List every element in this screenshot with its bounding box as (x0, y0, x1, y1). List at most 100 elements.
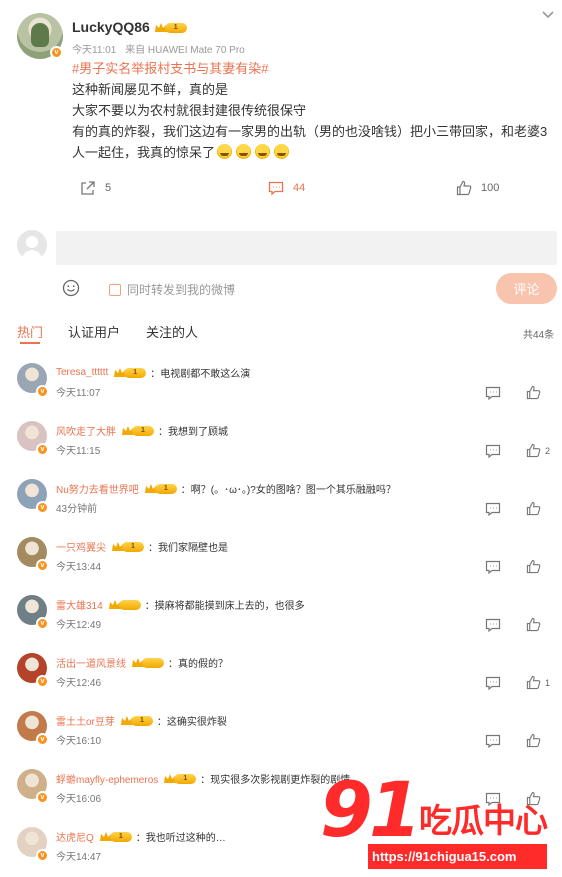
comment-item: v 风吹走了大胖 1 ：我想到了顾城 今天11:15 2 (0, 416, 562, 474)
comment-line: 雷大雄314 ：摸麻将都能摸到床上去的，也很多 (56, 597, 305, 612)
verified-badge-icon: v (36, 617, 49, 630)
user-level-badge (118, 599, 141, 610)
reply-icon[interactable] (485, 559, 501, 575)
comment-time: 今天16:06 (56, 794, 102, 805)
tab-following[interactable]: 关注的人 (146, 322, 198, 341)
comment-total: 共44条 (523, 330, 555, 341)
like-button[interactable]: 100 (456, 180, 499, 196)
thumbs-up-icon (526, 617, 541, 632)
vip-crown-icon: 1 (154, 21, 188, 35)
comment-text: ：摸麻将都能摸到床上去的，也很多 (144, 601, 305, 612)
thumbs-up-icon (526, 675, 541, 690)
comment-like-count: 2 (545, 445, 551, 456)
user-level-badge: 1 (124, 367, 147, 378)
comment-like-button[interactable] (526, 733, 545, 748)
commenter-name[interactable]: 蜉蝣mayfly-ephemeros (56, 771, 158, 786)
weibo-post: v LuckyQQ86 1 今天11:01 来自 HUAWEI Mate 70 … (0, 0, 562, 210)
comment-like-button[interactable]: 1 (526, 675, 550, 690)
comment-time: 今天13:44 (56, 562, 102, 573)
comment-tabs: 热门 认证用户 关注的人 共44条 (0, 322, 562, 344)
comment-item: v Teresa_tttttt 1 ：电视剧都不敢这么演 今天11:07 (0, 358, 562, 416)
commenter-name[interactable]: 风吹走了大胖 (56, 423, 116, 438)
thumbs-up-icon (526, 559, 541, 574)
user-level-badge (142, 657, 164, 668)
comment-item: v 雷大雄314 ：摸麻将都能摸到床上去的，也很多 今天12:49 (0, 590, 562, 648)
tab-verified-users[interactable]: 认证用户 (68, 322, 120, 341)
vip-crown-icon (108, 598, 142, 612)
submit-comment-button[interactable]: 评论 (496, 273, 557, 304)
author-line: LuckyQQ86 1 (72, 19, 188, 35)
watermark-brand-text: 吃瓜中心 (419, 801, 548, 840)
laugh-cry-emoji-icon (217, 144, 233, 159)
emoji-picker-icon[interactable] (62, 279, 80, 297)
comment-text: ：我想到了顾城 (158, 427, 228, 438)
comment-line: 达虎尼Q 1 ：我也听过这种的… (56, 829, 226, 844)
comment-text: ：这确实很炸裂 (156, 717, 227, 728)
commenter-name[interactable]: Nu努力去看世界吧 (56, 481, 139, 496)
reply-icon[interactable] (485, 385, 501, 401)
repost-button[interactable]: 5 (80, 180, 111, 196)
comment-text: ：电视剧都不敢这么演 (150, 369, 251, 380)
comment-line: Teresa_tttttt 1 ：电视剧都不敢这么演 (56, 365, 250, 380)
reply-icon[interactable] (485, 675, 501, 691)
commenter-name[interactable]: 一只鸡翼尖 (56, 539, 106, 554)
vip-crown-icon: 1 (120, 714, 154, 728)
thumbs-up-icon (456, 180, 472, 196)
commenter-name[interactable]: Teresa_tttttt (56, 367, 108, 378)
thumbs-up-icon (526, 385, 541, 400)
comment-line: 一只鸡翼尖 1 ：我们家隔壁也是 (56, 539, 228, 554)
verified-badge-icon: v (50, 46, 63, 59)
comment-text: ：真的假的？ (168, 659, 228, 670)
comment-line: 雷土土or豆芽 1 ：这确实很炸裂 (56, 713, 227, 728)
comment-composer: 同时转发到我的微博 评论 (0, 230, 562, 310)
post-time[interactable]: 今天11:01 (72, 45, 116, 56)
vip-crown-icon: 1 (113, 366, 147, 380)
commenter-name[interactable]: 雷大雄314 (56, 597, 103, 612)
laugh-cry-emoji-icon (274, 144, 290, 159)
comment-like-count: 1 (545, 677, 551, 688)
verified-badge-icon: v (36, 385, 49, 398)
tab-hot[interactable]: 热门 (17, 322, 43, 344)
reply-icon[interactable] (485, 733, 501, 749)
vip-crown-icon: 1 (163, 772, 197, 786)
watermark-logo: 91 吃瓜中心 https://91chigua15.com (318, 772, 558, 869)
chevron-down-icon[interactable] (541, 8, 555, 22)
post-text-line: 这种新闻屡见不鲜，真的是 (72, 82, 229, 97)
comment-time: 今天14:47 (56, 852, 102, 863)
comment-time: 今天11:15 (56, 446, 101, 457)
comment-like-button[interactable]: 2 (526, 443, 550, 458)
reply-icon[interactable] (485, 617, 501, 633)
post-text-line: 大家不要以为农村就很封建很传统很保守 (72, 103, 307, 118)
reply-icon[interactable] (485, 443, 501, 459)
repost-count: 5 (105, 182, 112, 194)
comment-item: v 活出一道风景线 ：真的假的？ 今天12:46 1 (0, 648, 562, 706)
thumbs-up-icon (526, 501, 541, 516)
comment-like-button[interactable] (526, 385, 545, 400)
commenter-name[interactable]: 达虎尼Q (56, 829, 94, 844)
comment-button[interactable]: 44 (268, 180, 305, 196)
comment-like-button[interactable] (526, 559, 545, 574)
post-meta: 今天11:01 来自 HUAWEI Mate 70 Pro (72, 41, 245, 56)
comment-item: v Nu努力去看世界吧 1 ：啊？(。･ω･。)?女的图啥？图一个其乐融融吗？ 43分钟… (0, 474, 562, 532)
repost-checkbox-label: 同时转发到我的微博 (127, 283, 236, 297)
author-name[interactable]: LuckyQQ86 (72, 19, 150, 35)
thumbs-up-icon (526, 443, 541, 458)
reply-icon[interactable] (485, 501, 501, 517)
repost-checkbox[interactable] (109, 283, 121, 296)
thumbs-up-icon (526, 733, 541, 748)
laugh-cry-emoji-icon (236, 144, 252, 159)
comment-like-button[interactable] (526, 501, 545, 516)
post-hashtag[interactable]: #男子实名举报村支书与其妻有染# (72, 61, 268, 76)
comment-input[interactable] (56, 231, 557, 265)
user-level-badge: 1 (122, 541, 144, 552)
repost-to-weibo-option[interactable]: 同时转发到我的微博 (109, 281, 235, 298)
comment-time: 43分钟前 (56, 504, 98, 515)
commenter-name[interactable]: 雷土土or豆芽 (56, 713, 115, 728)
commenter-name[interactable]: 活出一道风景线 (56, 655, 126, 670)
user-level-badge: 1 (132, 425, 154, 436)
watermark-number: 91 (320, 765, 422, 854)
comment-like-button[interactable] (526, 617, 545, 632)
vip-crown-icon: 1 (99, 830, 133, 844)
comment-time: 今天16:10 (56, 736, 102, 747)
comment-count: 44 (293, 182, 306, 194)
